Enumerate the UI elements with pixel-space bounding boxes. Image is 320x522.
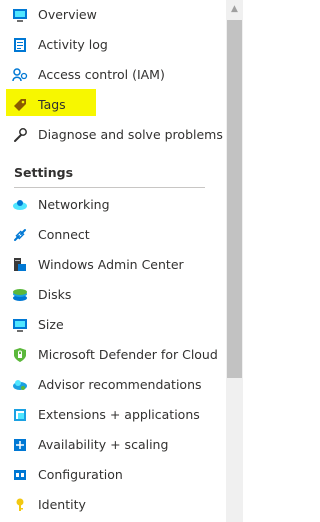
- advisor-cloud-icon: [12, 377, 28, 393]
- resource-menu: Overview Activity log Access control (IA…: [0, 0, 224, 522]
- menu-item-label: Advisor recommendations: [38, 377, 202, 392]
- menu-item-disks[interactable]: Disks: [0, 280, 224, 310]
- menu-item-label: Access control (IAM): [38, 67, 165, 82]
- menu-item-size[interactable]: Size: [0, 310, 224, 340]
- scrollbar-thumb[interactable]: [227, 20, 242, 378]
- menu-item-label: Availability + scaling: [38, 437, 169, 452]
- menu-item-advisor[interactable]: Advisor recommendations: [0, 370, 224, 400]
- menu-item-label: Connect: [38, 227, 90, 242]
- defender-shield-icon: [12, 347, 28, 363]
- size-icon: [12, 317, 28, 333]
- menu-item-label: Windows Admin Center: [38, 257, 184, 272]
- menu-item-overview[interactable]: Overview: [0, 0, 224, 30]
- menu-item-networking[interactable]: Networking: [0, 190, 224, 220]
- menu-item-label: Diagnose and solve problems: [38, 127, 223, 142]
- menu-item-label: Identity: [38, 497, 86, 512]
- menu-item-label: Size: [38, 317, 64, 332]
- access-control-icon: [12, 67, 28, 83]
- menu-item-configuration[interactable]: Configuration: [0, 460, 224, 490]
- configuration-icon: [12, 467, 28, 483]
- menu-item-label: Tags: [38, 97, 66, 112]
- menu-item-label: Extensions + applications: [38, 407, 200, 422]
- disks-icon: [12, 287, 28, 303]
- menu-item-label: Disks: [38, 287, 72, 302]
- availability-icon: [12, 437, 28, 453]
- menu-item-access-control[interactable]: Access control (IAM): [0, 60, 224, 90]
- overview-icon: [12, 7, 28, 23]
- menu-item-identity[interactable]: Identity: [0, 490, 224, 520]
- menu-item-tags[interactable]: Tags: [0, 90, 224, 120]
- menu-item-activity-log[interactable]: Activity log: [0, 30, 224, 60]
- settings-section-title: Settings: [14, 165, 74, 180]
- windows-admin-center-icon: [12, 257, 28, 273]
- menu-item-windows-admin-center[interactable]: Windows Admin Center: [0, 250, 224, 280]
- networking-icon: [12, 197, 28, 213]
- menu-item-label: Overview: [38, 7, 97, 22]
- menu-item-label: Microsoft Defender for Cloud: [38, 347, 218, 362]
- menu-item-label: Configuration: [38, 467, 123, 482]
- identity-key-icon: [12, 497, 28, 513]
- tag-icon: [12, 97, 28, 113]
- section-divider: [14, 187, 205, 188]
- activity-log-icon: [12, 37, 28, 53]
- menu-item-label: Networking: [38, 197, 110, 212]
- menu-item-extensions[interactable]: Extensions + applications: [0, 400, 224, 430]
- menu-item-defender[interactable]: Microsoft Defender for Cloud: [0, 340, 224, 370]
- menu-item-connect[interactable]: Connect: [0, 220, 224, 250]
- extensions-icon: [12, 407, 28, 423]
- connect-icon: [12, 227, 28, 243]
- menu-item-label: Activity log: [38, 37, 108, 52]
- scroll-up-arrow-icon[interactable]: ▲: [226, 2, 243, 16]
- menu-item-diagnose[interactable]: Diagnose and solve problems: [0, 120, 224, 150]
- wrench-icon: [12, 127, 28, 143]
- menu-item-availability[interactable]: Availability + scaling: [0, 430, 224, 460]
